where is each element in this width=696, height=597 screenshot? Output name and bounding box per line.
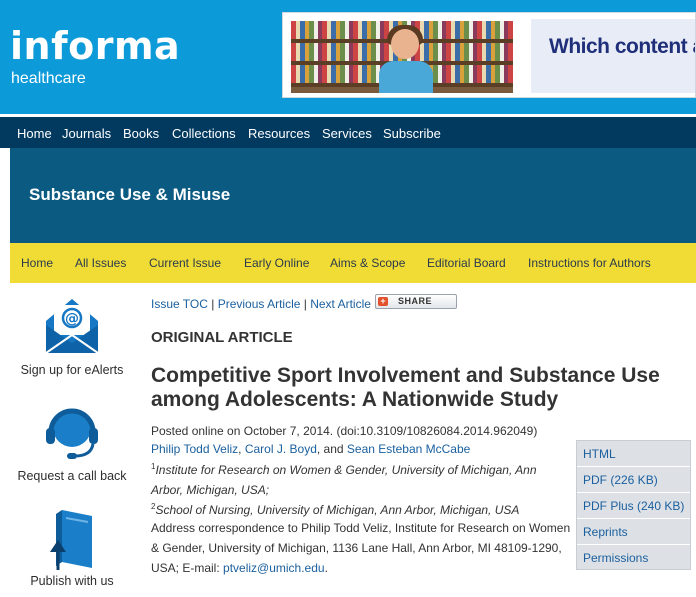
nav-home[interactable]: Home [17, 126, 52, 141]
nav-books[interactable]: Books [123, 126, 159, 141]
reprints-link[interactable]: Reprints [583, 525, 628, 539]
call-back-widget[interactable]: Request a call back [10, 402, 134, 487]
svg-text:@: @ [65, 311, 79, 327]
page: informa healthcare Which content acc Hom… [0, 0, 696, 597]
format-html-link[interactable]: HTML [583, 447, 616, 461]
informa-logo[interactable]: informa [10, 26, 180, 66]
share-label: SHARE [398, 296, 433, 306]
subnav-current-issue[interactable]: Current Issue [149, 256, 221, 270]
affiliation-2: 2School of Nursing, University of Michig… [151, 502, 520, 518]
nav-resources[interactable]: Resources [248, 126, 310, 141]
nav-journals[interactable]: Journals [62, 126, 111, 141]
share-button[interactable]: + SHARE [375, 294, 457, 309]
article-type: ORIGINAL ARTICLE [151, 329, 293, 346]
link-separator: | [300, 297, 311, 311]
subnav-aims-scope[interactable]: Aims & Scope [330, 256, 405, 270]
journal-title[interactable]: Substance Use & Misuse [29, 185, 230, 205]
nav-collections[interactable]: Collections [172, 126, 236, 141]
link-separator: | [207, 297, 218, 311]
affiliation-1-text: Institute for Research on Women & Gender… [151, 463, 537, 497]
banner-photo [291, 21, 513, 93]
journal-navigation: Home All Issues Current Issue Early Onli… [10, 243, 696, 283]
subnav-all-issues[interactable]: All Issues [75, 256, 126, 270]
advertisement-banner[interactable]: Which content acc [282, 12, 696, 98]
format-pdf-plus-link[interactable]: PDF Plus (240 KB) [583, 499, 684, 513]
article-formats-box: HTML PDF (226 KB) PDF Plus (240 KB) Repr… [576, 440, 691, 570]
call-back-label[interactable]: Request a call back [10, 469, 134, 483]
issue-toc-link[interactable]: Issue TOC [151, 297, 208, 311]
subnav-home[interactable]: Home [21, 256, 53, 270]
site-header: informa healthcare Which content acc [0, 0, 696, 114]
banner-headline: Which content acc [549, 35, 695, 58]
author-link[interactable]: Carol J. Boyd [245, 442, 317, 456]
posted-online: Posted online on October 7, 2014. (doi:1… [151, 424, 538, 438]
subnav-instructions-for-authors[interactable]: Instructions for Authors [528, 256, 651, 270]
email-alert-icon: @ [45, 299, 99, 354]
subnav-editorial-board[interactable]: Editorial Board [427, 256, 506, 270]
affiliation-2-text: School of Nursing, University of Michiga… [155, 503, 520, 517]
publish-label[interactable]: Publish with us [10, 574, 134, 588]
next-article-link[interactable]: Next Article [310, 297, 371, 311]
headset-icon [46, 408, 98, 459]
article-navigation: Issue TOC | Previous Article | Next Arti… [151, 297, 371, 311]
previous-article-link[interactable]: Previous Article [218, 297, 301, 311]
affiliation-1: 1Institute for Research on Women & Gende… [151, 462, 537, 498]
publish-widget[interactable]: Publish with us [10, 508, 134, 593]
subnav-early-online[interactable]: Early Online [244, 256, 309, 270]
correspondence-text: Address correspondence to Philip Todd Ve… [151, 521, 571, 575]
email-link[interactable]: ptveliz@umich.edu [223, 561, 325, 575]
main-navigation: Home Journals Books Collections Resource… [0, 114, 696, 148]
nav-services[interactable]: Services [322, 126, 372, 141]
share-plus-icon: + [378, 297, 388, 306]
book-upload-icon [50, 510, 92, 570]
ealerts-label[interactable]: Sign up for eAlerts [10, 363, 134, 377]
logo-subtitle: healthcare [11, 70, 86, 87]
format-pdf-link[interactable]: PDF (226 KB) [583, 473, 658, 487]
correspondence: Address correspondence to Philip Todd Ve… [151, 521, 571, 575]
author-list: Philip Todd Veliz, Carol J. Boyd, and Se… [151, 442, 471, 456]
ealerts-widget[interactable]: @ Sign up for eAlerts [10, 295, 134, 380]
author-link[interactable]: Sean Esteban McCabe [347, 442, 470, 456]
permissions-link[interactable]: Permissions [583, 551, 648, 565]
article-title: Competitive Sport Involvement and Substa… [151, 364, 660, 411]
nav-subscribe[interactable]: Subscribe [383, 126, 441, 141]
journal-banner: Substance Use & Misuse [10, 148, 696, 243]
author-link[interactable]: Philip Todd Veliz [151, 442, 238, 456]
